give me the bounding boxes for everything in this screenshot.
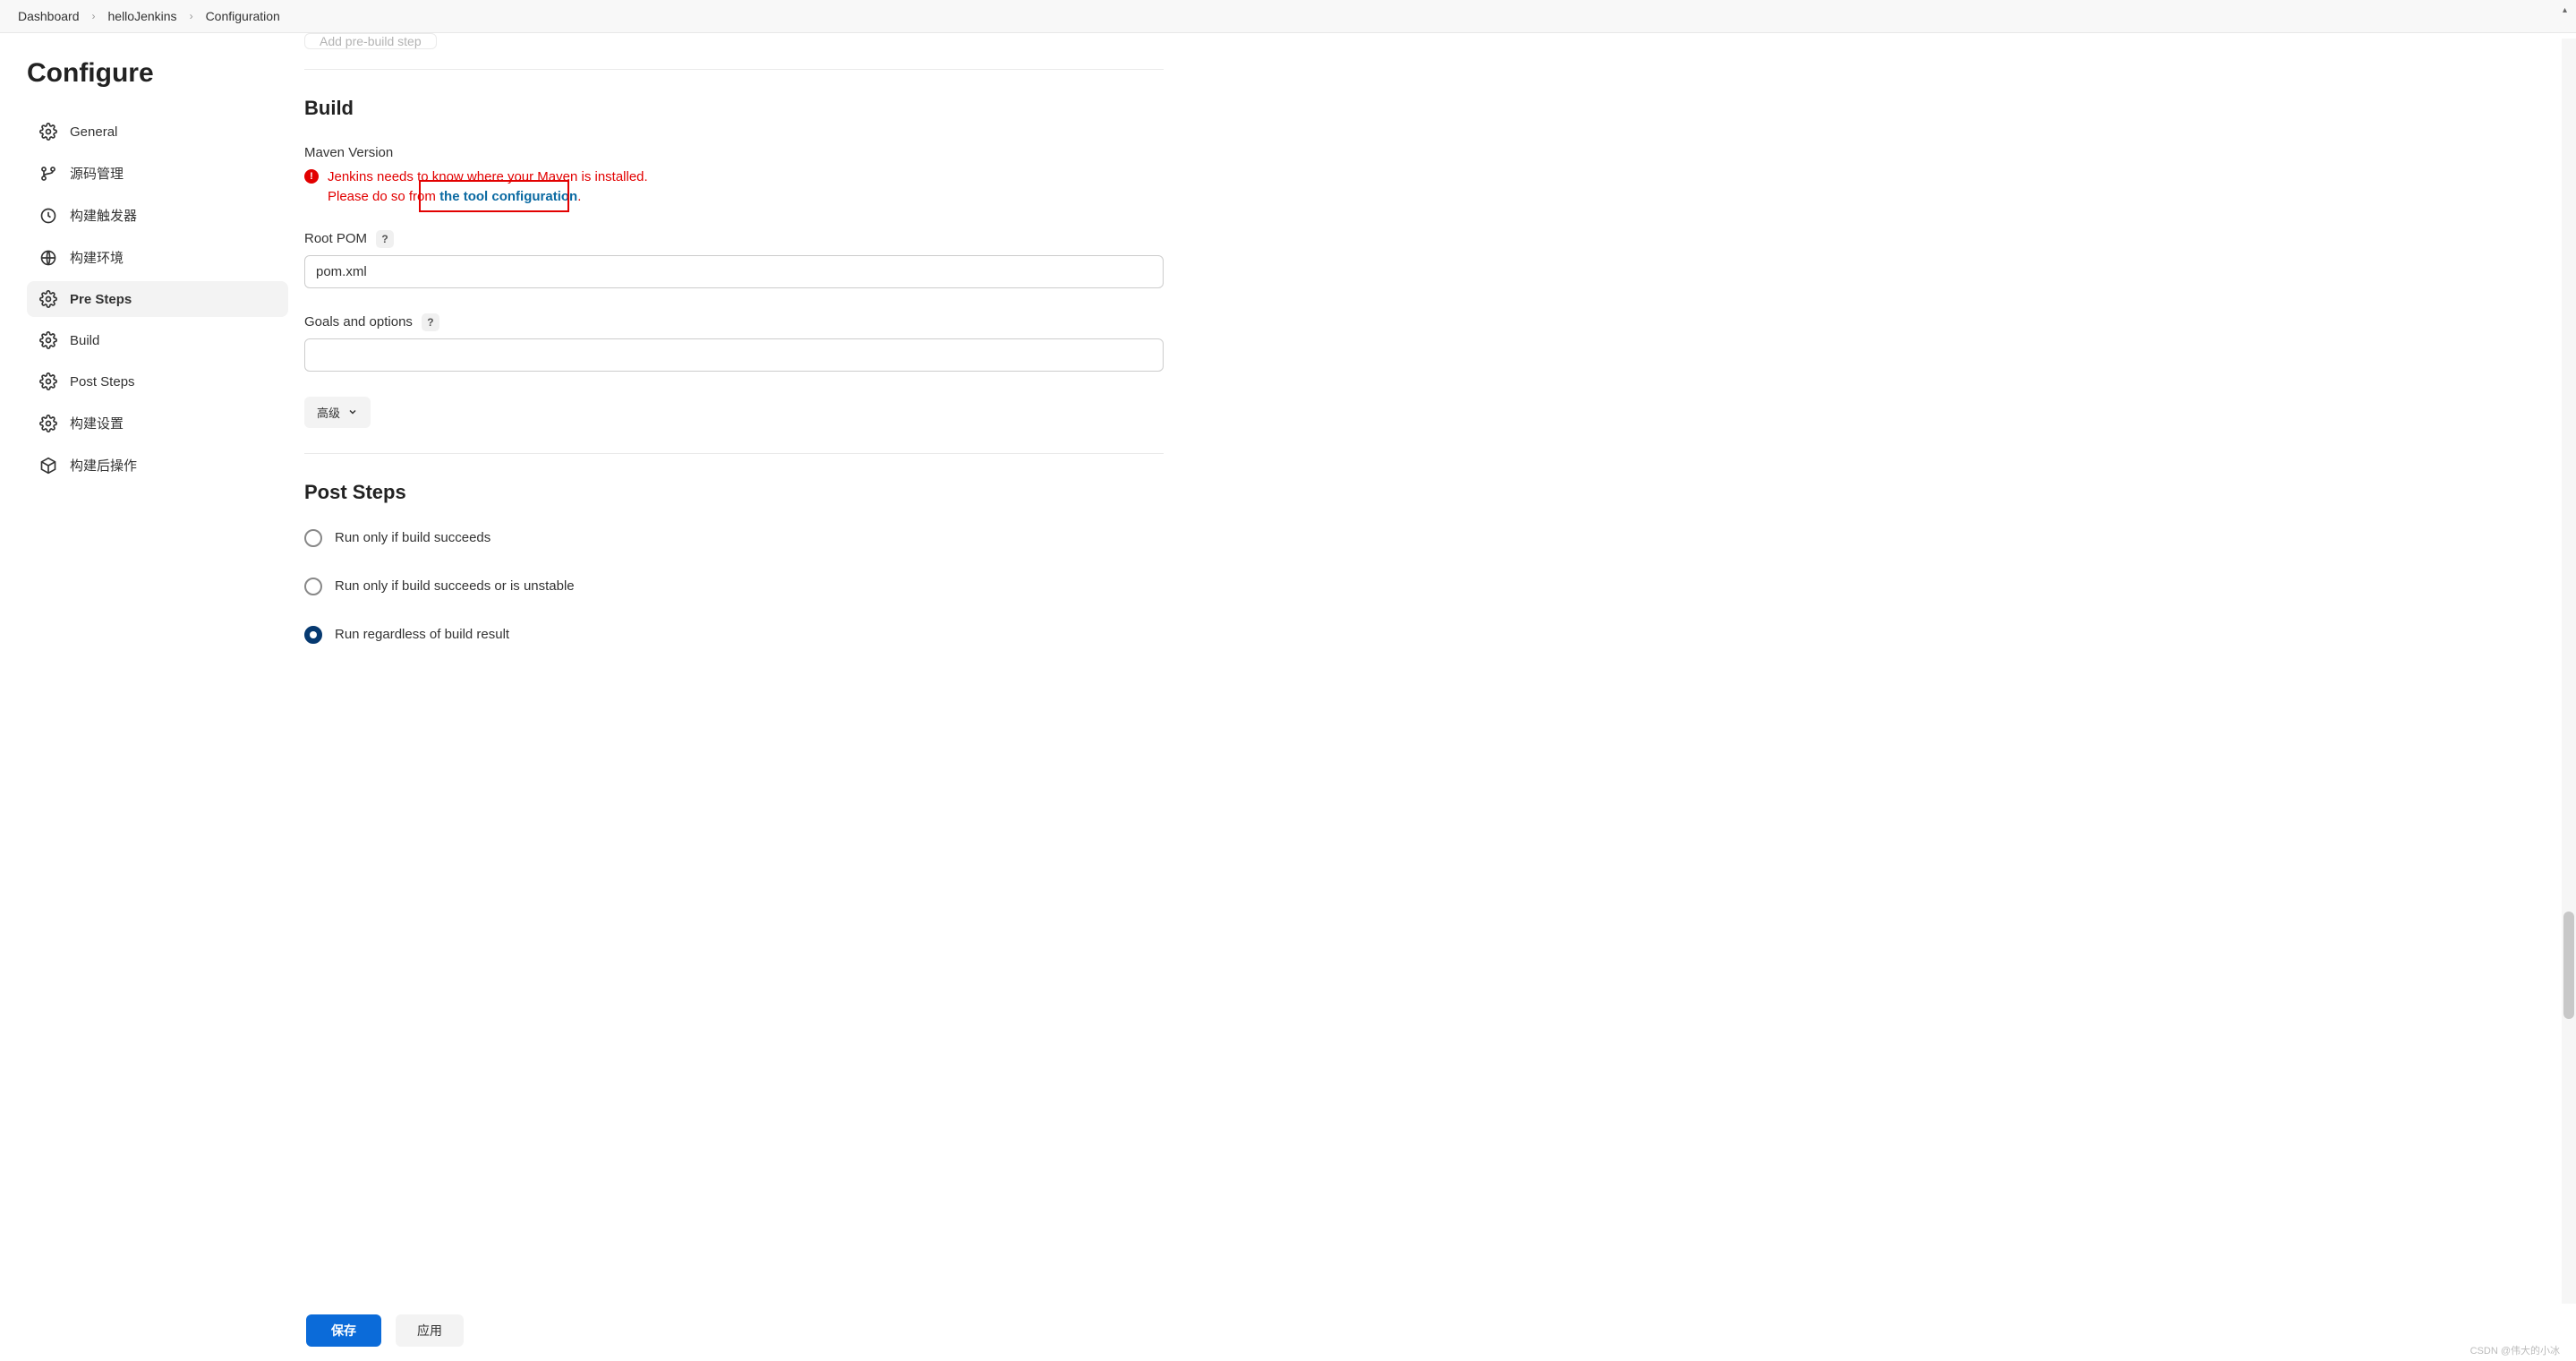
- tool-configuration-link[interactable]: the tool configuration: [439, 189, 577, 204]
- clock-icon: [39, 207, 57, 225]
- error-line-2-prefix: Please do so from: [328, 189, 439, 204]
- gear-icon: [39, 372, 57, 390]
- add-pre-build-step-button[interactable]: Add pre-build step: [304, 33, 437, 49]
- sidebar-item-environment[interactable]: 构建环境: [27, 239, 288, 276]
- section-divider: [304, 453, 1164, 454]
- apply-button[interactable]: 应用: [396, 1314, 464, 1347]
- chevron-right-icon: ›: [190, 10, 193, 22]
- gear-icon: [39, 331, 57, 349]
- page-title: Configure: [27, 58, 288, 89]
- save-button[interactable]: 保存: [306, 1314, 381, 1347]
- radio-icon: [304, 578, 322, 595]
- root-pom-label: Root POM ?: [304, 230, 1164, 248]
- main-content: Add pre-build step Build Maven Version !…: [304, 33, 1307, 1355]
- post-steps-radio-regardless[interactable]: Run regardless of build result: [304, 626, 1164, 644]
- sidebar-item-label: Post Steps: [70, 374, 135, 389]
- post-steps-radio-unstable[interactable]: Run only if build succeeds or is unstabl…: [304, 578, 1164, 595]
- sidebar-item-label: 源码管理: [70, 164, 124, 183]
- post-steps-radio-succeeds[interactable]: Run only if build succeeds: [304, 529, 1164, 547]
- globe-icon: [39, 249, 57, 267]
- sidebar-item-scm[interactable]: 源码管理: [27, 155, 288, 192]
- sidebar-item-pre-steps[interactable]: Pre Steps: [27, 281, 288, 317]
- build-section-title: Build: [304, 97, 1164, 120]
- radio-icon: [304, 529, 322, 547]
- sidebar-item-general[interactable]: General: [27, 114, 288, 150]
- package-icon: [39, 457, 57, 475]
- chevron-down-icon: [347, 407, 358, 417]
- sidebar-item-post-build[interactable]: 构建后操作: [27, 447, 288, 484]
- maven-error-message: ! Jenkins needs to know where your Maven…: [304, 167, 1164, 207]
- goals-input[interactable]: [304, 338, 1164, 372]
- sidebar-item-triggers[interactable]: 构建触发器: [27, 197, 288, 234]
- advanced-button[interactable]: 高级: [304, 397, 371, 428]
- breadcrumb: Dashboard › helloJenkins › Configuration…: [0, 0, 2576, 33]
- sidebar: Configure General 源码管理 构建触发器: [0, 33, 304, 1355]
- error-line-1: Jenkins needs to know where your Maven i…: [328, 169, 648, 184]
- scrollbar-track[interactable]: [2562, 39, 2576, 1361]
- sidebar-item-label: 构建触发器: [70, 206, 137, 225]
- sidebar-item-label: Pre Steps: [70, 292, 132, 307]
- sidebar-item-label: Build: [70, 333, 99, 348]
- sidebar-item-label: 构建环境: [70, 248, 124, 267]
- root-pom-input[interactable]: [304, 255, 1164, 288]
- sidebar-item-post-steps[interactable]: Post Steps: [27, 364, 288, 399]
- sidebar-item-label: General: [70, 124, 117, 140]
- sidebar-nav: General 源码管理 构建触发器 构建环境: [27, 114, 288, 484]
- sidebar-item-build-settings[interactable]: 构建设置: [27, 405, 288, 441]
- gear-icon: [39, 415, 57, 432]
- radio-icon: [304, 626, 322, 644]
- breadcrumb-item-dashboard[interactable]: Dashboard: [18, 9, 80, 23]
- help-icon[interactable]: ?: [422, 313, 439, 331]
- sidebar-item-label: 构建设置: [70, 414, 124, 432]
- radio-label: Run only if build succeeds: [335, 530, 490, 545]
- breadcrumb-item-configuration[interactable]: Configuration: [206, 9, 280, 23]
- gear-icon: [39, 290, 57, 308]
- chevron-right-icon: ›: [92, 10, 96, 22]
- gear-icon: [39, 123, 57, 141]
- branch-icon: [39, 165, 57, 183]
- scrollbar-thumb[interactable]: [2563, 912, 2574, 1019]
- sidebar-item-label: 构建后操作: [70, 456, 137, 475]
- section-divider: [304, 69, 1164, 70]
- scroll-up-arrow-icon: ▴: [2563, 5, 2567, 15]
- root-pom-label-text: Root POM: [304, 231, 367, 246]
- maven-version-label: Maven Version: [304, 145, 1164, 160]
- bottom-action-bar: 保存 应用: [304, 1304, 2576, 1361]
- goals-label-text: Goals and options: [304, 314, 413, 330]
- error-icon: !: [304, 169, 319, 184]
- goals-label: Goals and options ?: [304, 313, 1164, 331]
- advanced-button-label: 高级: [317, 404, 340, 421]
- post-steps-section-title: Post Steps: [304, 481, 1164, 504]
- radio-label: Run only if build succeeds or is unstabl…: [335, 578, 575, 594]
- sidebar-item-build[interactable]: Build: [27, 322, 288, 358]
- watermark-text: CSDN @伟大的小冰: [2470, 1343, 2560, 1357]
- help-icon[interactable]: ?: [376, 230, 394, 248]
- error-suffix: .: [577, 189, 581, 204]
- radio-label: Run regardless of build result: [335, 627, 509, 642]
- breadcrumb-item-project[interactable]: helloJenkins: [108, 9, 177, 23]
